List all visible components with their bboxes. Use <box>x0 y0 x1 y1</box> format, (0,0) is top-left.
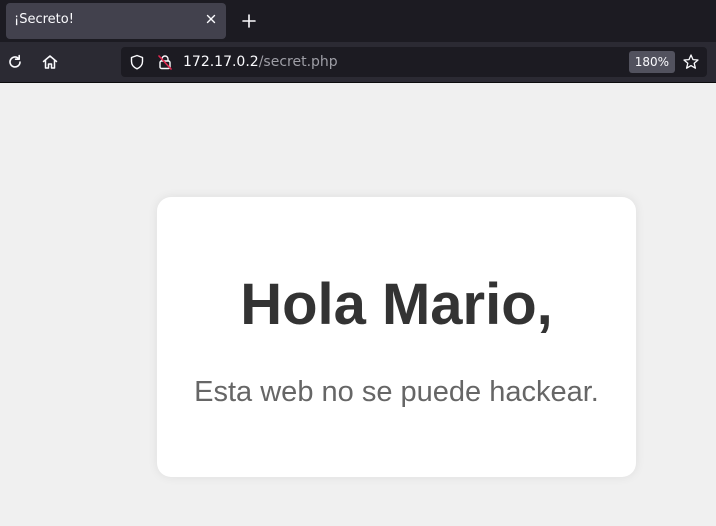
page-content: Hola Mario, Esta web no se puede hackear… <box>0 83 716 526</box>
tab-bar: ¡Secreto! <box>0 0 716 42</box>
url-bar[interactable]: 172.17.0.2/secret.php 180% <box>121 47 707 77</box>
home-icon[interactable] <box>41 53 59 71</box>
url-host: 172.17.0.2 <box>183 54 259 70</box>
plus-icon[interactable] <box>240 12 258 30</box>
shield-icon[interactable] <box>129 54 145 70</box>
star-icon[interactable] <box>682 53 700 71</box>
message-text: Esta web no se puede hackear. <box>194 376 599 408</box>
zoom-level-button[interactable]: 180% <box>628 51 675 73</box>
reload-icon[interactable] <box>6 53 24 71</box>
greeting-heading: Hola Mario, <box>240 272 553 337</box>
tab-title: ¡Secreto! <box>14 12 74 27</box>
message-card: Hola Mario, Esta web no se puede hackear… <box>157 197 636 477</box>
url-text[interactable]: 172.17.0.2/secret.php <box>183 54 338 70</box>
url-path: /secret.php <box>258 54 338 70</box>
browser-tab[interactable]: ¡Secreto! <box>6 3 226 39</box>
close-icon[interactable] <box>204 11 218 25</box>
nav-toolbar: 172.17.0.2/secret.php 180% <box>0 42 716 83</box>
insecure-lock-icon[interactable] <box>157 54 173 70</box>
